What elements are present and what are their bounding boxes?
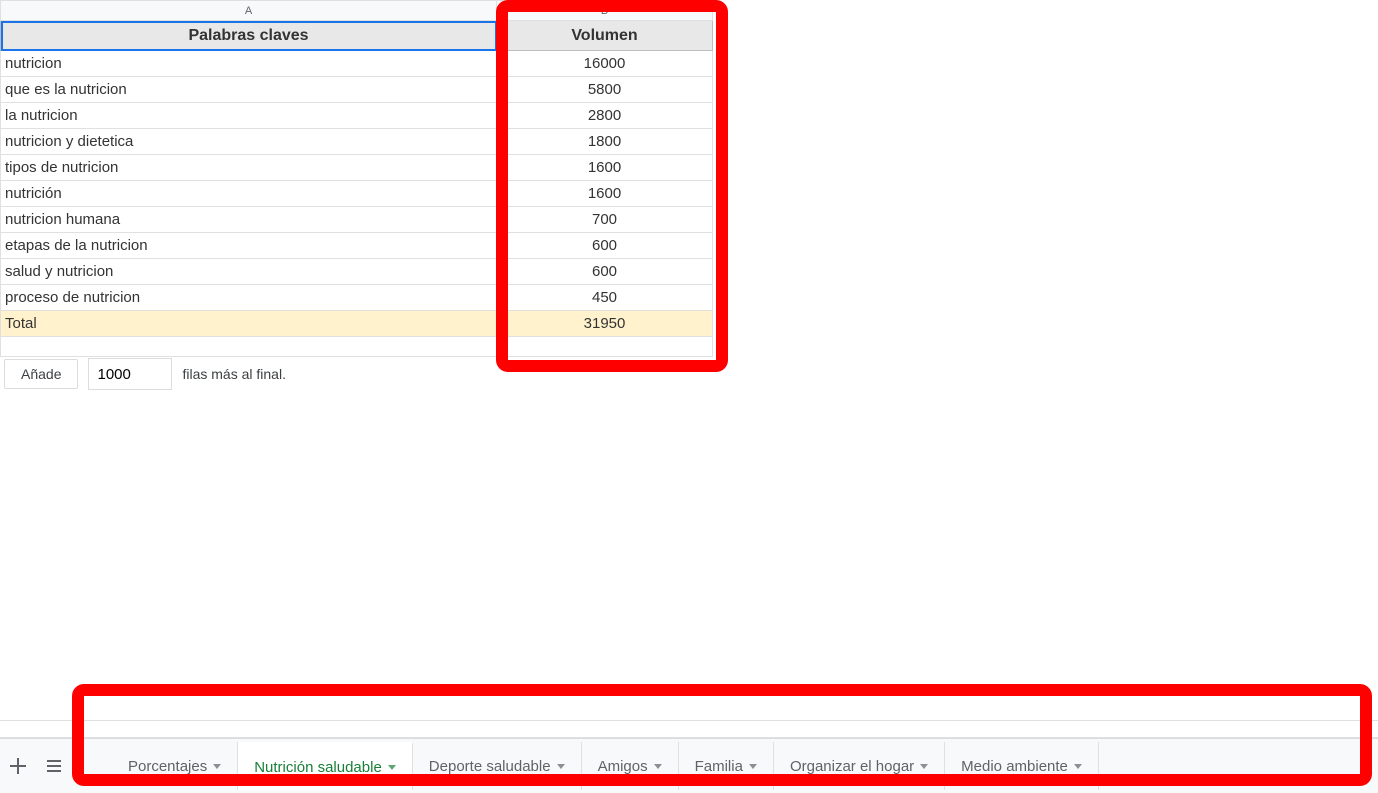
- sheet-tab-label: Organizar el hogar: [790, 758, 914, 775]
- empty-row: [1, 337, 713, 357]
- column-header-B[interactable]: B: [497, 1, 713, 21]
- table-row: salud y nutricion600: [1, 259, 713, 285]
- sheet-tab-strip: Porcentajes Nutrición saludable Deporte …: [0, 738, 1378, 793]
- table-row: tipos de nutricion1600: [1, 155, 713, 181]
- cell-keyword[interactable]: nutricion: [1, 51, 497, 77]
- cell-volume[interactable]: 2800: [497, 103, 713, 129]
- table-row: proceso de nutricion450: [1, 285, 713, 311]
- chevron-down-icon: [920, 764, 928, 769]
- column-letter-row: A B: [1, 1, 713, 21]
- sheet-tab-label: Amigos: [598, 758, 648, 775]
- spreadsheet-area: A B Palabras claves Volumen nutricion160…: [0, 0, 1378, 357]
- sheet-tab-amigos[interactable]: Amigos: [582, 742, 679, 790]
- add-rows-bar: Añade filas más al final.: [4, 358, 286, 390]
- sheet-tab-familia[interactable]: Familia: [679, 742, 774, 790]
- chevron-down-icon: [749, 764, 757, 769]
- add-rows-suffix-label: filas más al final.: [182, 366, 285, 382]
- table-row: nutricion humana700: [1, 207, 713, 233]
- cell-total-value[interactable]: 31950: [497, 311, 713, 337]
- cell-keyword[interactable]: que es la nutricion: [1, 77, 497, 103]
- sheet-tab-deporte-saludable[interactable]: Deporte saludable: [413, 742, 582, 790]
- cell-volume[interactable]: 5800: [497, 77, 713, 103]
- table-row: nutricion16000: [1, 51, 713, 77]
- cell-keyword[interactable]: nutrición: [1, 181, 497, 207]
- sheet-tab-label: Porcentajes: [128, 758, 207, 775]
- cell-volume[interactable]: 600: [497, 259, 713, 285]
- cell-volume[interactable]: 700: [497, 207, 713, 233]
- chevron-down-icon: [1074, 764, 1082, 769]
- chevron-down-icon: [654, 764, 662, 769]
- chevron-down-icon: [557, 764, 565, 769]
- total-row: Total31950: [1, 311, 713, 337]
- empty-bottom-row: [0, 720, 1378, 738]
- cell-volume[interactable]: 1800: [497, 129, 713, 155]
- sheet-tab-medio-ambiente[interactable]: Medio ambiente: [945, 742, 1099, 790]
- table-row: la nutricion2800: [1, 103, 713, 129]
- cell-volume[interactable]: 450: [497, 285, 713, 311]
- sheet-tab-porcentajes[interactable]: Porcentajes: [112, 742, 238, 790]
- chevron-down-icon: [213, 764, 221, 769]
- sheet-tab-label: Familia: [695, 758, 743, 775]
- sheet-tab-label: Medio ambiente: [961, 758, 1068, 775]
- table-row: etapas de la nutricion600: [1, 233, 713, 259]
- add-sheet-button[interactable]: [0, 742, 36, 790]
- cell-volume[interactable]: 600: [497, 233, 713, 259]
- header-cell-volume[interactable]: Volumen: [497, 21, 713, 51]
- empty-cell[interactable]: [1, 337, 497, 357]
- cell-total-label[interactable]: Total: [1, 311, 497, 337]
- header-row: Palabras claves Volumen: [1, 21, 713, 51]
- cell-keyword[interactable]: nutricion y dietetica: [1, 129, 497, 155]
- cell-volume[interactable]: 1600: [497, 155, 713, 181]
- cell-keyword[interactable]: salud y nutricion: [1, 259, 497, 285]
- cell-keyword[interactable]: tipos de nutricion: [1, 155, 497, 181]
- table-row: nutrición1600: [1, 181, 713, 207]
- add-rows-count-input[interactable]: [88, 358, 172, 390]
- chevron-down-icon: [388, 765, 396, 770]
- plus-icon: [9, 757, 27, 775]
- sheet-tab-label: Deporte saludable: [429, 758, 551, 775]
- table-row: nutricion y dietetica1800: [1, 129, 713, 155]
- menu-icon: [45, 757, 63, 775]
- empty-cell[interactable]: [497, 337, 713, 357]
- cell-volume[interactable]: 1600: [497, 181, 713, 207]
- sheet-tab-label: Nutrición saludable: [254, 759, 382, 776]
- cell-volume[interactable]: 16000: [497, 51, 713, 77]
- sheet-tab-organizar-el-hogar[interactable]: Organizar el hogar: [774, 742, 945, 790]
- spreadsheet-grid[interactable]: A B Palabras claves Volumen nutricion160…: [0, 0, 713, 357]
- all-sheets-button[interactable]: [36, 742, 72, 790]
- column-header-A[interactable]: A: [1, 1, 497, 21]
- add-rows-button[interactable]: Añade: [4, 359, 78, 389]
- cell-keyword[interactable]: la nutricion: [1, 103, 497, 129]
- cell-keyword[interactable]: proceso de nutricion: [1, 285, 497, 311]
- cell-keyword[interactable]: nutricion humana: [1, 207, 497, 233]
- cell-keyword[interactable]: etapas de la nutricion: [1, 233, 497, 259]
- sheet-tab-nutricion-saludable[interactable]: Nutrición saludable: [238, 742, 413, 790]
- header-cell-keywords[interactable]: Palabras claves: [1, 21, 497, 51]
- table-row: que es la nutricion5800: [1, 77, 713, 103]
